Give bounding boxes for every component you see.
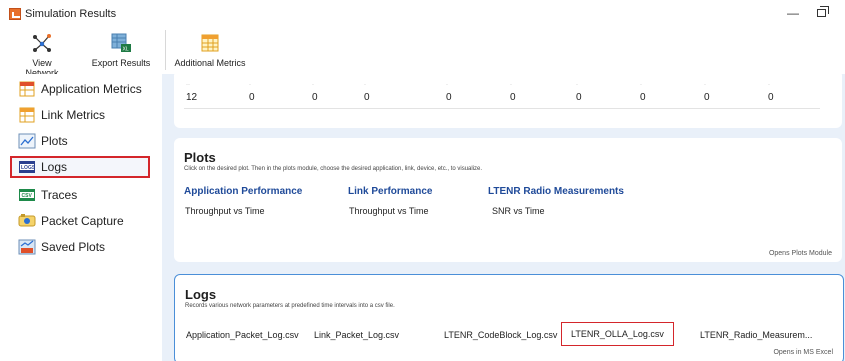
table-cell: 12 [186,92,198,103]
plot-link-link-throughput[interactable]: Throughput vs Time [349,206,429,216]
app-logo-icon [9,8,21,20]
table-cell: 0 [704,92,710,103]
export-results-label: Export Results [91,58,151,68]
sidebar-item-saved-plots[interactable]: Saved Plots [10,236,150,258]
title-bar: Simulation Results — [0,0,845,26]
chart-icon [18,133,36,149]
table-cell: 0 [364,92,370,103]
table-cell: 0 [768,92,774,103]
sidebar-item-label: Traces [41,188,78,202]
svg-text:XL: XL [123,47,129,53]
saved-plots-icon [18,239,36,255]
sidebar-item-traces[interactable]: CSV Traces [10,184,150,206]
export-results-button[interactable]: XL Export Results [88,26,154,74]
toolbar-divider [165,30,166,70]
log-file-application-packet[interactable]: Application_Packet_Log.csv [186,330,299,340]
metrics-table-card: ·· · · · · · · · · · 12 0 0 0 0 0 0 0 0 0 [174,70,842,128]
additional-metrics-label: Additional Metrics [174,58,246,68]
sidebar-item-label: Packet Capture [41,214,124,228]
table-cell: 0 [576,92,582,103]
plot-link-snr[interactable]: SNR vs Time [492,206,545,216]
table-row-divider [184,108,820,109]
plots-card: Plots Click on the desired plot. Then in… [174,138,842,262]
sidebar-item-label: Saved Plots [41,240,106,254]
excel-export-icon: XL [110,32,132,54]
table-cell: 0 [446,92,452,103]
plots-heading-link: Link Performance [348,186,433,197]
restore-icon [816,6,829,17]
main-panel: ·· · · · · · · · · · 12 0 0 0 0 0 0 0 0 0 Plots C… [162,70,845,361]
table-cell: 0 [249,92,255,103]
sidebar-item-label: Plots [41,134,68,148]
plots-heading-ltenr: LTENR Radio Measurements [488,186,624,197]
logs-title: Logs [185,287,217,302]
log-file-ltenr-codeblock[interactable]: LTENR_CodeBlock_Log.csv [444,330,557,340]
plots-footer: Opens Plots Module [768,250,832,257]
window-title: Simulation Results [25,8,117,20]
additional-metrics-button[interactable]: Additional Metrics [174,26,246,74]
log-file-link-packet[interactable]: Link_Packet_Log.csv [314,330,399,340]
sidebar-item-label: Link Metrics [41,108,106,122]
minimize-button[interactable]: — [785,5,801,21]
packet-capture-icon [18,213,36,229]
logs-icon: LOGS [18,159,36,175]
sidebar: Application Metrics Link Metrics Plots L… [0,74,162,361]
csv-icon: CSV [18,187,36,203]
sidebar-item-link-metrics[interactable]: Link Metrics [10,104,150,126]
svg-text:CSV: CSV [22,193,33,199]
spreadsheet-icon [18,81,36,97]
table-cell: 0 [312,92,318,103]
plot-link-app-throughput[interactable]: Throughput vs Time [185,206,265,216]
plots-title: Plots [184,150,216,165]
sidebar-item-plots[interactable]: Plots [10,130,150,152]
logs-footer: Opens in MS Excel [773,349,833,356]
spreadsheet-icon [199,32,221,54]
plots-heading-application: Application Performance [184,186,303,197]
sidebar-item-application-metrics[interactable]: Application Metrics [10,78,150,100]
log-file-ltenr-radio[interactable]: LTENR_Radio_Measurem... [700,330,812,340]
table-cell: 0 [510,92,516,103]
view-network-button[interactable]: View Network [16,26,68,78]
logs-description: Records various network parameters at pr… [185,303,395,309]
sidebar-item-label: Application Metrics [41,82,142,96]
toolbar: View Network XL Export Results Additiona… [0,26,845,78]
sidebar-item-logs[interactable]: LOGS Logs [10,156,150,178]
sidebar-item-packet-capture[interactable]: Packet Capture [10,210,150,232]
sidebar-item-label: Logs [41,160,68,174]
spreadsheet-icon [18,107,36,123]
restore-button[interactable] [813,5,829,21]
svg-text:LOGS: LOGS [21,165,36,171]
network-icon [31,32,53,54]
log-file-ltenr-olla[interactable]: LTENR_OLLA_Log.csv [561,322,674,346]
table-cell: 0 [640,92,646,103]
plots-description: Click on the desired plot. Then in the p… [184,166,483,172]
logs-card: Logs Records various network parameters … [174,274,844,361]
